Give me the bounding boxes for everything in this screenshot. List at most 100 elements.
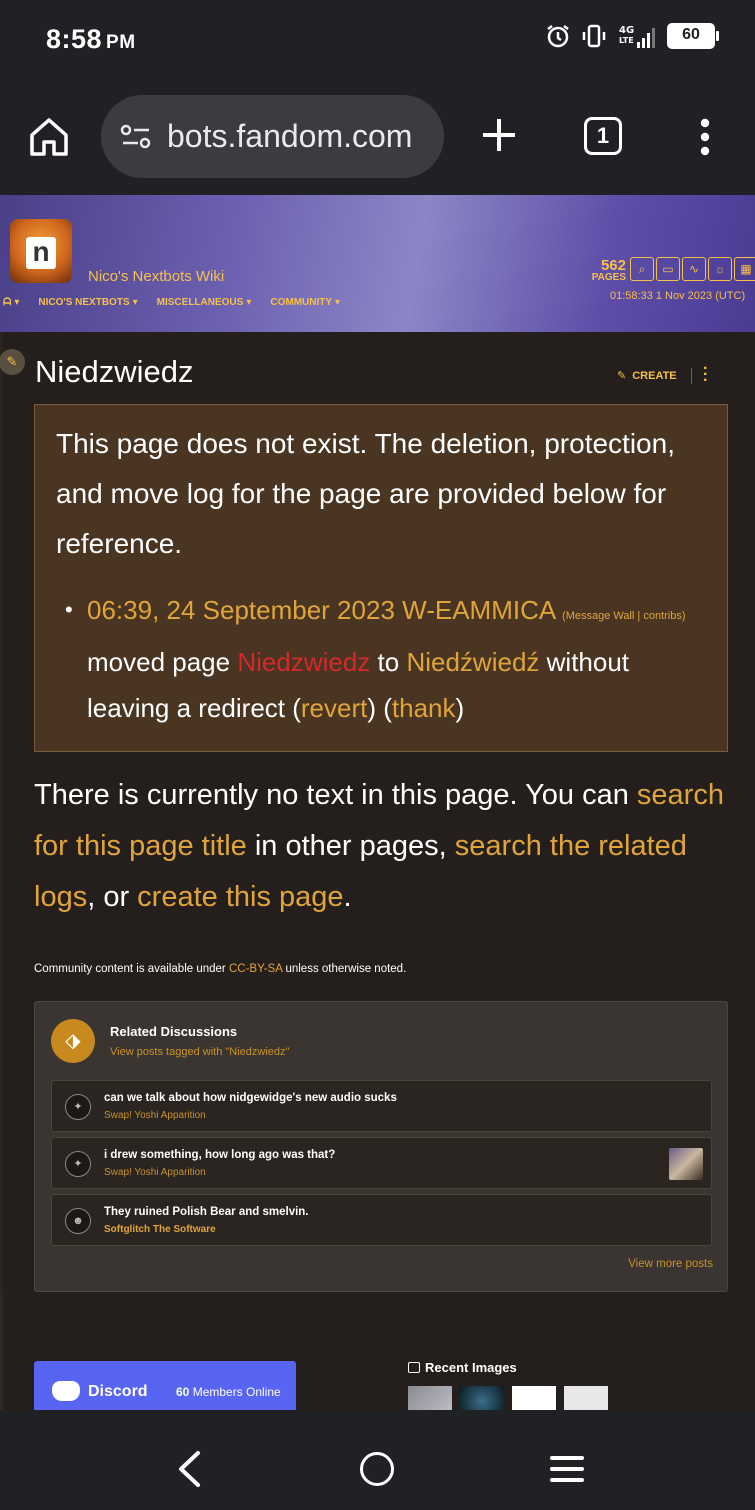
recent-image[interactable] [564,1386,608,1410]
system-nav-bar [0,1410,755,1510]
post-author[interactable]: Swap! Yoshi Apparition [104,1167,206,1178]
status-icons: 4G LTE 60 [545,22,719,50]
post-title[interactable]: can we talk about how nidgewidge's new a… [104,1092,397,1104]
home-button-icon[interactable] [360,1452,394,1486]
revert-link[interactable]: revert [301,693,367,723]
create-label: CREATE [632,369,677,382]
log-timestamp-link[interactable]: 06:39, 24 September 2023 [87,595,395,625]
discord-label: Discord [88,1383,148,1400]
recent-image[interactable] [512,1386,556,1410]
main-content: ✎ Niedzwiedz ✎ CREATE · · · This page does… [0,332,755,1410]
discussions-subtitle-link[interactable]: View posts tagged with "Niedzwiedz" [110,1046,289,1058]
no-text-end: . [343,881,352,913]
log-entry: • 06:39, 24 September 2023 W-EAMMICA (Me… [65,587,707,731]
activity-icon[interactable]: ∿ [682,257,706,281]
nav-item-miscellaneous[interactable]: MISCELLANEOUS ▾ [157,297,252,308]
time-text: 8:58 [46,24,103,54]
status-time: 8:58 PM [46,24,136,55]
discord-icon [52,1381,80,1401]
back-icon[interactable] [176,1450,202,1488]
wiki-logo[interactable]: n [10,219,72,283]
header-tools: ⌕ ▭ ∿ ☼ ▦ [630,257,755,281]
notice-text: This page does not exist. The deletion, … [56,428,675,559]
lte-signal-icon: 4GLTE [619,25,655,48]
nav-item-nicos-nextbots[interactable]: NICO'S NEXTBOTS ▾ [38,297,137,308]
log-from-page-link[interactable]: Niedzwiedz [237,647,370,677]
time-ampm: PM [106,32,136,53]
bullet: • [65,597,73,622]
pages-count-number: 562 [600,257,626,274]
recent-image[interactable] [460,1386,504,1410]
log-to-page-link[interactable]: Niedźwiedź [406,647,539,677]
view-more-posts-link[interactable]: View more posts [628,1258,713,1270]
post-title[interactable]: They ruined Polish Bear and smelvin. [104,1206,309,1218]
license-link[interactable]: CC-BY-SA [229,963,282,975]
more-menu-icon[interactable] [698,118,712,158]
no-text-message: There is currently no text in this page.… [34,770,734,923]
avatar: ☻ [65,1208,91,1234]
pages-count: 562 PAGES [584,258,626,283]
header-time: 01:58:33 1 Nov 2023 (UTC) [610,290,746,302]
wiki-name[interactable]: Nico's Nextbots Wiki [88,268,224,285]
message-wall-link[interactable]: Message Wall [566,610,635,622]
battery-indicator: 60 [667,23,719,49]
post-author[interactable]: Softglitch The Software [104,1224,216,1235]
recent-images-label: Recent Images [425,1360,517,1375]
post-title[interactable]: i drew something, how long ago was that? [104,1149,335,1161]
page-actions-icon[interactable]: · · · [703,361,708,389]
nav-label: NICO'S NEXTBOTS [38,297,130,308]
pencil-icon: ✎ [617,370,627,382]
create-button[interactable]: ✎ CREATE [617,369,677,383]
discussions-icon[interactable]: ▭ [656,257,680,281]
log-user-link[interactable]: W-EAMMICA [402,595,555,625]
thank-link[interactable]: thank [392,693,456,723]
browser-toolbar: bots.fandom.com 1 [0,80,755,195]
post-thumbnail[interactable] [669,1148,703,1180]
theme-toggle-icon[interactable]: ☼ [708,257,732,281]
site-settings-icon[interactable] [119,123,153,151]
url-text[interactable]: bots.fandom.com [167,118,437,155]
wiki-header: n Nico's Nextbots Wiki ᗩ ▾ NICO'S NEXTBOT… [0,195,755,332]
discord-members: 60 Members Online [176,1385,281,1399]
pencil-icon[interactable]: ✎ [0,349,25,375]
address-bar[interactable]: bots.fandom.com [101,95,444,178]
user-links: (Message Wall | contribs) [562,610,686,622]
nav-explore-icon[interactable]: ᗩ ▾ [3,297,19,308]
discord-widget[interactable]: Discord 60 Members Online [34,1361,296,1410]
page-title: Niedzwiedz [35,354,194,389]
recent-image[interactable] [408,1386,452,1410]
post-author[interactable]: Swap! Yoshi Apparition [104,1110,206,1121]
create-page-link[interactable]: create this page [137,881,343,913]
status-bar: 8:58 PM 4G LTE 60 [0,0,755,80]
avatar: ✦ [65,1151,91,1177]
related-discussions: ⬗ Related Discussions View posts tagged … [34,1001,728,1292]
discussion-post[interactable]: ✦ can we talk about how nidgewidge's new… [51,1080,712,1132]
wiki-logo-letter: n [26,237,56,269]
web-page: n Nico's Nextbots Wiki ᗩ ▾ NICO'S NEXTBOT… [0,195,755,1410]
new-tab-icon[interactable] [480,116,518,154]
contribs-link[interactable]: contribs [643,610,682,622]
no-text-mid: in other pages, [254,830,447,862]
recents-icon[interactable] [550,1454,584,1484]
wiki-tools-icon[interactable]: ▦ [734,257,755,281]
log-action: moved page [87,647,231,677]
home-icon[interactable] [26,114,72,160]
license-prefix: Community content is available under [34,963,226,975]
nav-item-community[interactable]: COMMUNITY ▾ [270,297,340,308]
alarm-icon [547,25,569,48]
svg-text:LTE: LTE [619,36,634,45]
nav-label: COMMUNITY [270,297,333,308]
members-count: 60 [176,1385,190,1399]
no-text-intro: There is currently no text in this page.… [34,779,629,811]
members-label: Members Online [192,1385,281,1399]
vibrate-icon [582,24,606,48]
tab-switcher-button[interactable]: 1 [584,117,622,155]
discussion-post[interactable]: ✦ i drew something, how long ago was tha… [51,1137,712,1189]
tag-icon: ⬗ [51,1019,95,1063]
missing-page-notice: This page does not exist. The deletion, … [34,404,728,752]
no-text-or: , or [87,881,130,913]
discussion-post[interactable]: ☻ They ruined Polish Bear and smelvin. S… [51,1194,712,1246]
recent-images-heading: Recent Images [408,1360,517,1375]
wiki-nav: ᗩ ▾ NICO'S NEXTBOTS ▾ MISCELLANEOUS ▾ COMMU… [3,297,340,308]
search-icon[interactable]: ⌕ [630,257,654,281]
